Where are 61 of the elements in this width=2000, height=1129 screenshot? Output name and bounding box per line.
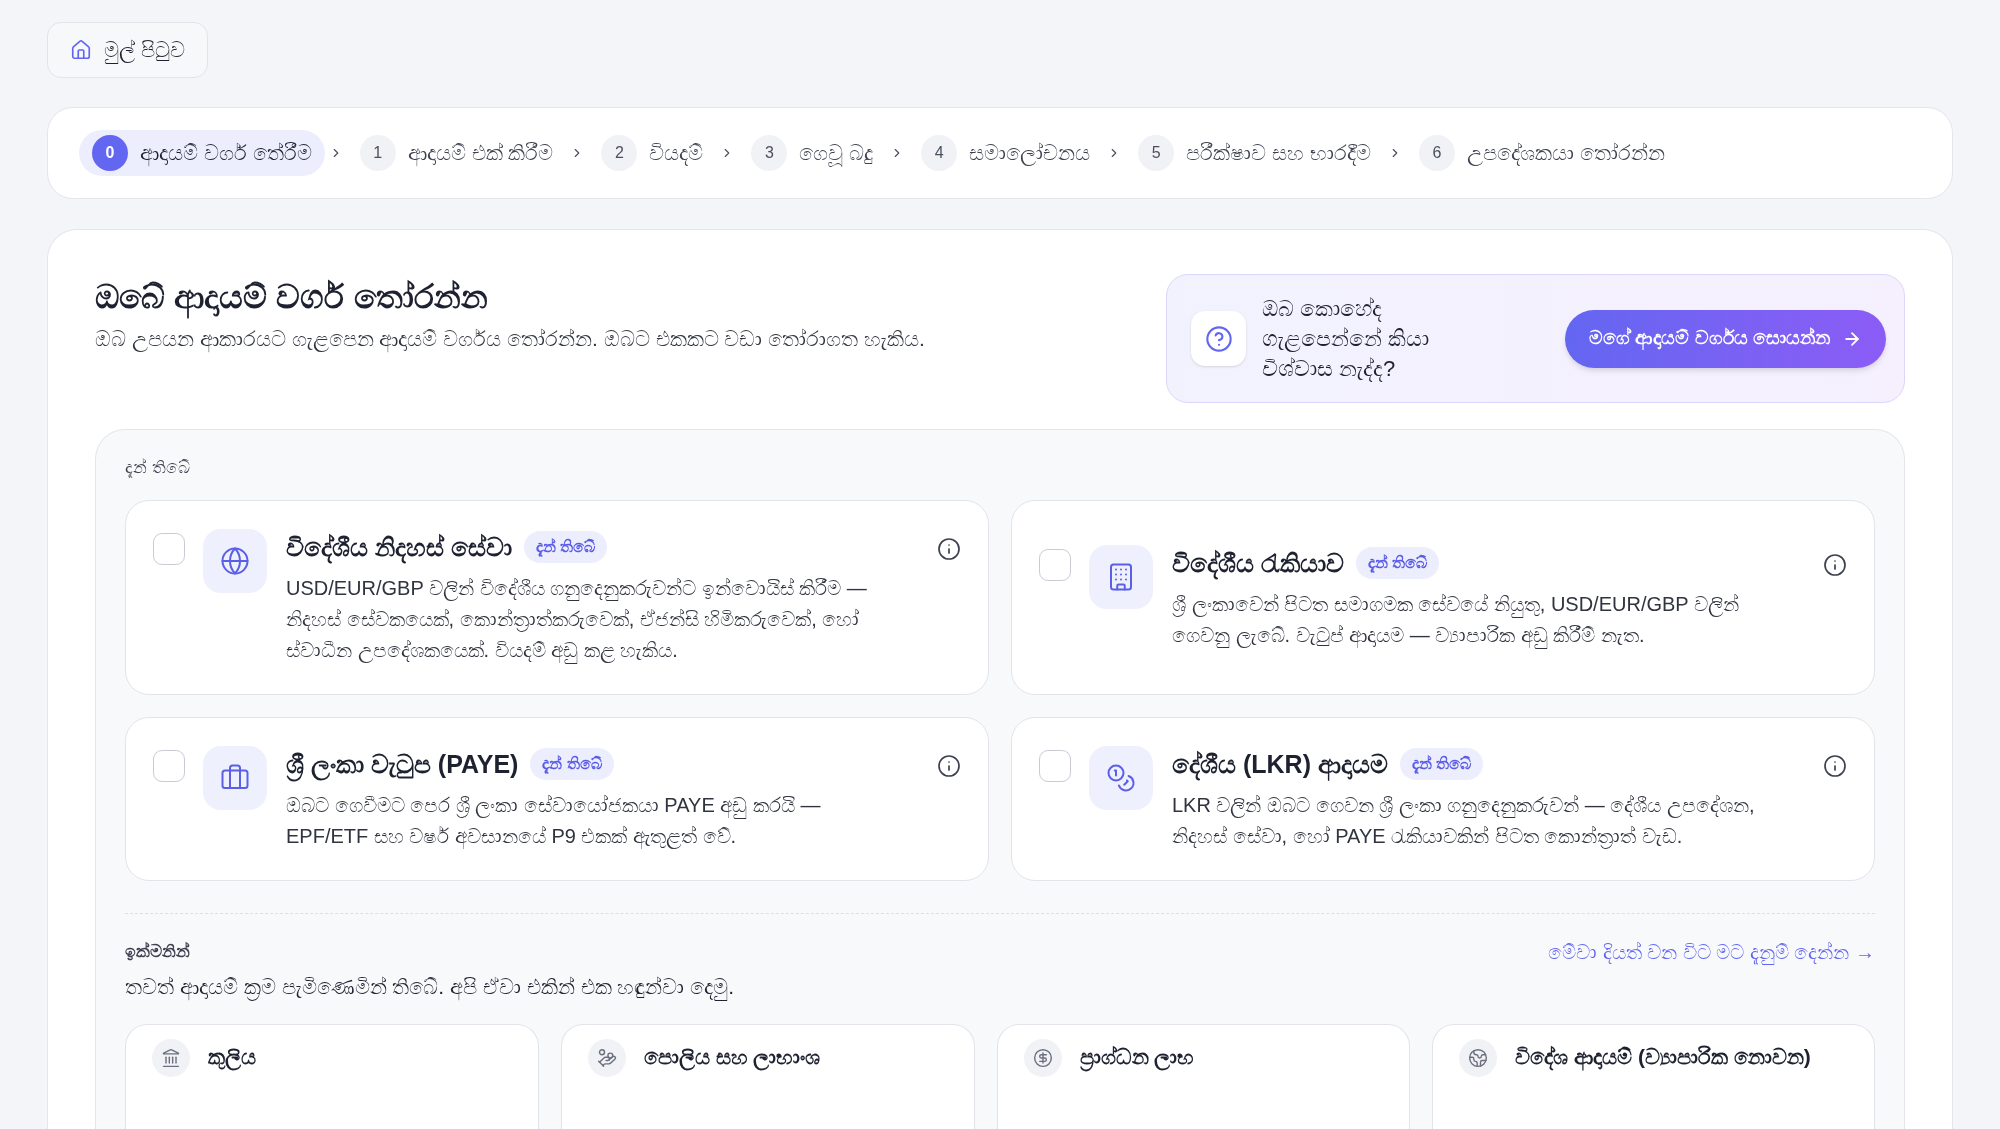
globe-icon	[203, 529, 267, 593]
step-number: 1	[359, 135, 396, 171]
income-type-card[interactable]: දේශීය (LKR) ආදායම දැන් තිබේ LKR වලින් ඔබට ගෙවන ශ්‍රී ලංකා ගනුදෙනුකරුවන් — දේශීය උපදේශන, නිදහස් සේවා, හෝ PAYE රැකියාවකින් පිටත කොන්ත්‍රාත් වැඩ.	[1011, 717, 1875, 881]
find-income-type-button[interactable]: මගේ ආදායම් වර්ගය සොයන්න	[1565, 309, 1886, 368]
income-type-card[interactable]: විදේශීය රැකියාව දැන් තිබේ ශ්‍රී ලංකාවෙන් පිටත සමාගමක සේවයේ නියුතු, USD/EUR/GBP වලින් ගෙවනු ලැබේ. වැටුප් ආදායම — ව්‍යාපාරික අඩු කිරීම් නැත.	[1011, 500, 1875, 695]
globe-icon	[1459, 1039, 1498, 1077]
card-description: ඔබට ගෙවීමට පෙර ශ්‍රී ලංකා සේවායෝජකයා PAYE අඩු කරයි — EPF/ETF සහ වර්ෂ අවසානයේ P9 එකක් ඇතුළත් වේ.	[286, 793, 822, 851]
bank-icon	[152, 1039, 190, 1077]
notify-link[interactable]: මේවා දියත් වන විට මට දැනුම් දෙන්න →	[1548, 940, 1875, 964]
card-description: ශ්‍රී ලංකාවෙන් පිටත සමාගමක සේවයේ නියුතු, USD/EUR/GBP වලින් ගෙවනු ලැබේ. වැටුප් ආදායම — ව්‍යාපාරික අඩු කිරීම් නැත.	[1172, 588, 1792, 651]
house-icon	[70, 39, 92, 61]
home-button[interactable]: මුල් පිටුව	[47, 22, 208, 78]
available-badge: දැන් තිබේ	[1355, 546, 1440, 579]
section-label: දැන් තිබේ	[125, 457, 191, 480]
coin-hand-icon	[587, 1039, 626, 1077]
income-type-card[interactable]: විදේශීය නිදහස් සේවා දැන් තිබේ USD/EUR/GBP වලින් විදේශීය ගනුදෙනුකරුවන්ට ඉන්වොයිස් කිරීම — නිදහස් සේවකයෙක්, කොන්ත්‍රාත්කරුවෙක්, ඒජන්සි හිමිකරුවෙක්, හෝ ස්වාධීන උපදේශකයෙක්. වියදම් අඩු කළ හැකිය.	[125, 500, 989, 695]
card-title: විදේශීය රැකියාව	[1172, 544, 1344, 581]
briefcase-icon	[203, 746, 267, 810]
card-description: LKR වලින් ඔබට ගෙවන ශ්‍රී ලංකා ගනුදෙනුකරුවන් — දේශීය උපදේශන, නිදහස් සේවා, හෝ PAYE රැකියාවකින් පිටත කොන්ත්‍රාත් වැඩ.	[1172, 793, 1756, 851]
card-description: USD/EUR/GBP වලින් විදේශීය ගනුදෙනුකරුවන්ට ඉන්වොයිස් කිරීම — නිදහස් සේවකයෙක්, කොන්ත්‍රාත්කරුවෙක්, ඒජන්සි හිමිකරුවෙක්, හෝ ස්වාධීන උපදේශකයෙක්. වියදම් අඩු කළ හැකිය.	[286, 573, 906, 666]
info-icon[interactable]	[937, 754, 961, 778]
step-number: 6	[1418, 135, 1455, 171]
available-badge: දැන් තිබේ	[1399, 748, 1484, 780]
step-number: 0	[92, 135, 128, 171]
help-text: ඔබ කොහේද ගැළපෙන්නේ කියා විශ්වාස නැද්ද?	[1262, 294, 1431, 384]
step-number: 4	[921, 135, 958, 171]
help-icon	[1191, 311, 1246, 366]
page-title: ඔබේ ආදායම් වර්ග තෝරන්න	[95, 276, 925, 318]
step-number: 2	[601, 135, 638, 171]
info-icon[interactable]	[1823, 552, 1847, 577]
step-tab[interactable]: 1 ආදායම් එක් කිරීම	[346, 130, 567, 176]
card-title: විදේශීය නිදහස් සේවා	[286, 529, 512, 565]
step-number: 5	[1138, 135, 1175, 171]
card-title: දේශීය (LKR) ආදායම	[1172, 746, 1388, 782]
coins-icon	[1089, 746, 1153, 810]
card-title: ප්‍රාග්ධන ලාභ	[1079, 1039, 1195, 1075]
checkbox[interactable]	[153, 750, 185, 782]
income-type-card[interactable]: ශ්‍රී ලංකා වැටුප (PAYE) දැන් තිබේ ඔබට ගෙවීමට පෙර ශ්‍රී ලංකා සේවායෝජකයා PAYE අඩු කරයි — EPF/ETF සහ වර්ෂ අවසානයේ P9 එකක් ඇතුළත් වේ.	[125, 717, 989, 881]
available-badge: දැන් තිබේ	[530, 748, 614, 780]
info-icon[interactable]	[1823, 754, 1847, 778]
coming-soon-text: තවත් ආදායම් ක්‍රම පැමිණෙමින් තිබේ. අපි ඒවා එකින් එක හඳුන්වා දෙමු.	[125, 972, 734, 1002]
card-title: විදේශ ආදායම් (ව්‍යාපාරික නොවන)	[1515, 1039, 1811, 1075]
step-tab[interactable]: 4 සමාලෝචනය	[908, 130, 1104, 176]
step-tab[interactable]: 6 උපදේශකයා තෝරන්න	[1405, 130, 1678, 176]
section-label: ඉක්මනින්	[125, 941, 191, 963]
card-title: පොලිය සහ ලාභාංශ	[643, 1039, 821, 1075]
step-tab[interactable]: 5 පරීක්ෂාව සහ භාරදීම	[1125, 130, 1384, 176]
available-badge: දැන් තිබේ	[523, 531, 608, 563]
card-title: කුලිය	[208, 1039, 256, 1075]
step-tab[interactable]: 0 ආදායම් වර්ග තේරීම	[79, 130, 325, 176]
dollar-coin-icon	[1023, 1039, 1062, 1077]
step-tab[interactable]: 2 වියදම්	[588, 130, 717, 176]
checkbox[interactable]	[153, 533, 185, 565]
page-subtitle: ඔබ උපයන ආකාරයට ගැළපෙන ආදායම් වර්ගය තෝරන්න. ඔබට එකකට වඩා තෝරාගත හැකිය.	[95, 326, 925, 354]
info-icon[interactable]	[937, 537, 961, 561]
step-number: 3	[751, 135, 788, 171]
step-tab[interactable]: 3 ගෙවූ බදු	[738, 130, 887, 176]
checkbox[interactable]	[1039, 548, 1071, 581]
building-icon	[1089, 544, 1153, 609]
card-title: ශ්‍රී ලංකා වැටුප (PAYE)	[286, 746, 519, 782]
checkbox[interactable]	[1039, 750, 1071, 782]
